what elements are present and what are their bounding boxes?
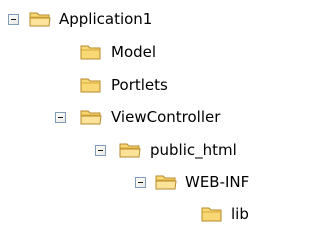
- tree-node-label: public_html: [150, 141, 237, 159]
- folder-icon: [201, 205, 223, 223]
- tree-node-label: lib: [231, 205, 249, 223]
- tree-node-label: WEB-INF: [185, 173, 250, 191]
- folder-open-icon: [119, 141, 141, 159]
- tree-node-label: ViewController: [111, 108, 221, 126]
- folder-icon: [80, 76, 102, 94]
- collapse-toggle-icon[interactable]: [55, 112, 66, 123]
- tree-node-label: Portlets: [111, 76, 168, 94]
- folder-open-icon: [155, 173, 177, 191]
- folder-open-icon: [29, 10, 51, 28]
- folder-open-icon: [80, 108, 102, 126]
- folder-icon: [80, 43, 102, 61]
- collapse-toggle-icon[interactable]: [135, 177, 146, 188]
- collapse-toggle-icon[interactable]: [8, 14, 19, 25]
- tree-node-label: Application1: [59, 10, 153, 28]
- collapse-toggle-icon[interactable]: [95, 145, 106, 156]
- tree-node-label: Model: [111, 43, 157, 61]
